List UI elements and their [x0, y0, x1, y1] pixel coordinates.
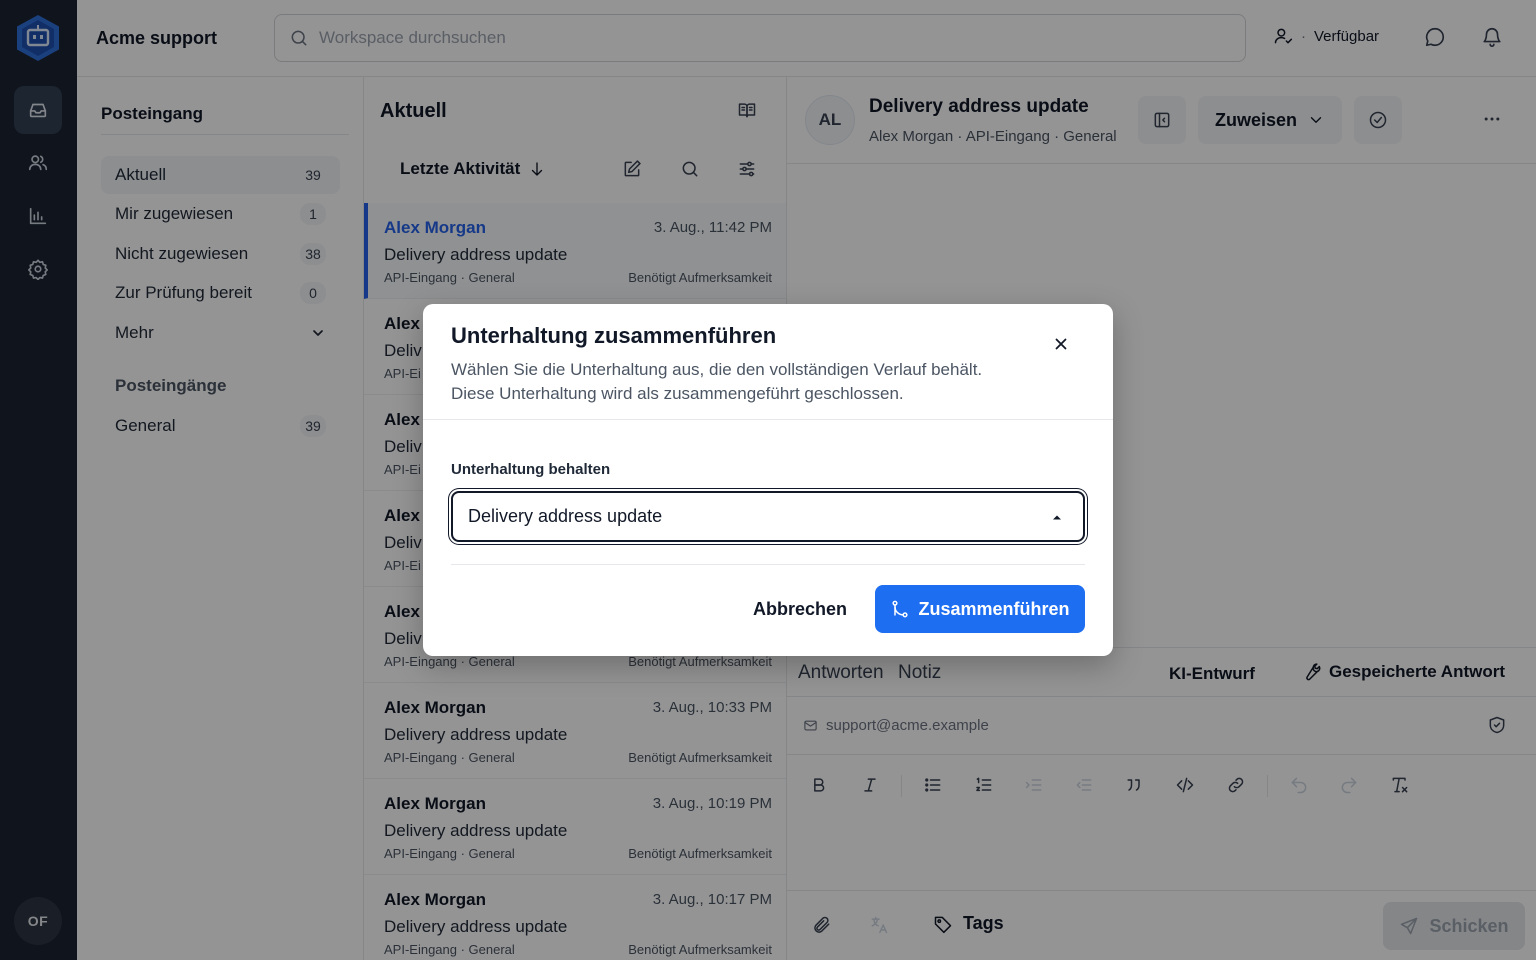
merge-dialog: Unterhaltung zusammenführen Wählen Sie d…: [423, 304, 1113, 656]
cancel-button[interactable]: Abbrechen: [745, 585, 855, 633]
close-icon: [1055, 338, 1067, 350]
close-button[interactable]: [1049, 332, 1073, 356]
keep-conversation-select[interactable]: Delivery address update: [451, 491, 1085, 542]
dialog-divider: [423, 419, 1113, 420]
dialog-description: Wählen Sie die Unterhaltung aus, die den…: [451, 358, 982, 406]
dialog-description-line: Wählen Sie die Unterhaltung aus, die den…: [451, 360, 983, 379]
selected-value: Delivery address update: [468, 506, 663, 526]
merge-button[interactable]: Zusammenführen: [875, 585, 1085, 633]
dialog-description-line: Diese Unterhaltung wird als zusammengefü…: [451, 384, 904, 403]
caret-up-icon: [1053, 515, 1061, 519]
dialog-footer-divider: [451, 564, 1085, 565]
dialog-title: Unterhaltung zusammenführen: [451, 323, 777, 348]
field-label: Unterhaltung behalten: [451, 461, 611, 478]
merge-icon: [892, 600, 909, 618]
merge-label: Zusammenführen: [918, 598, 1070, 619]
